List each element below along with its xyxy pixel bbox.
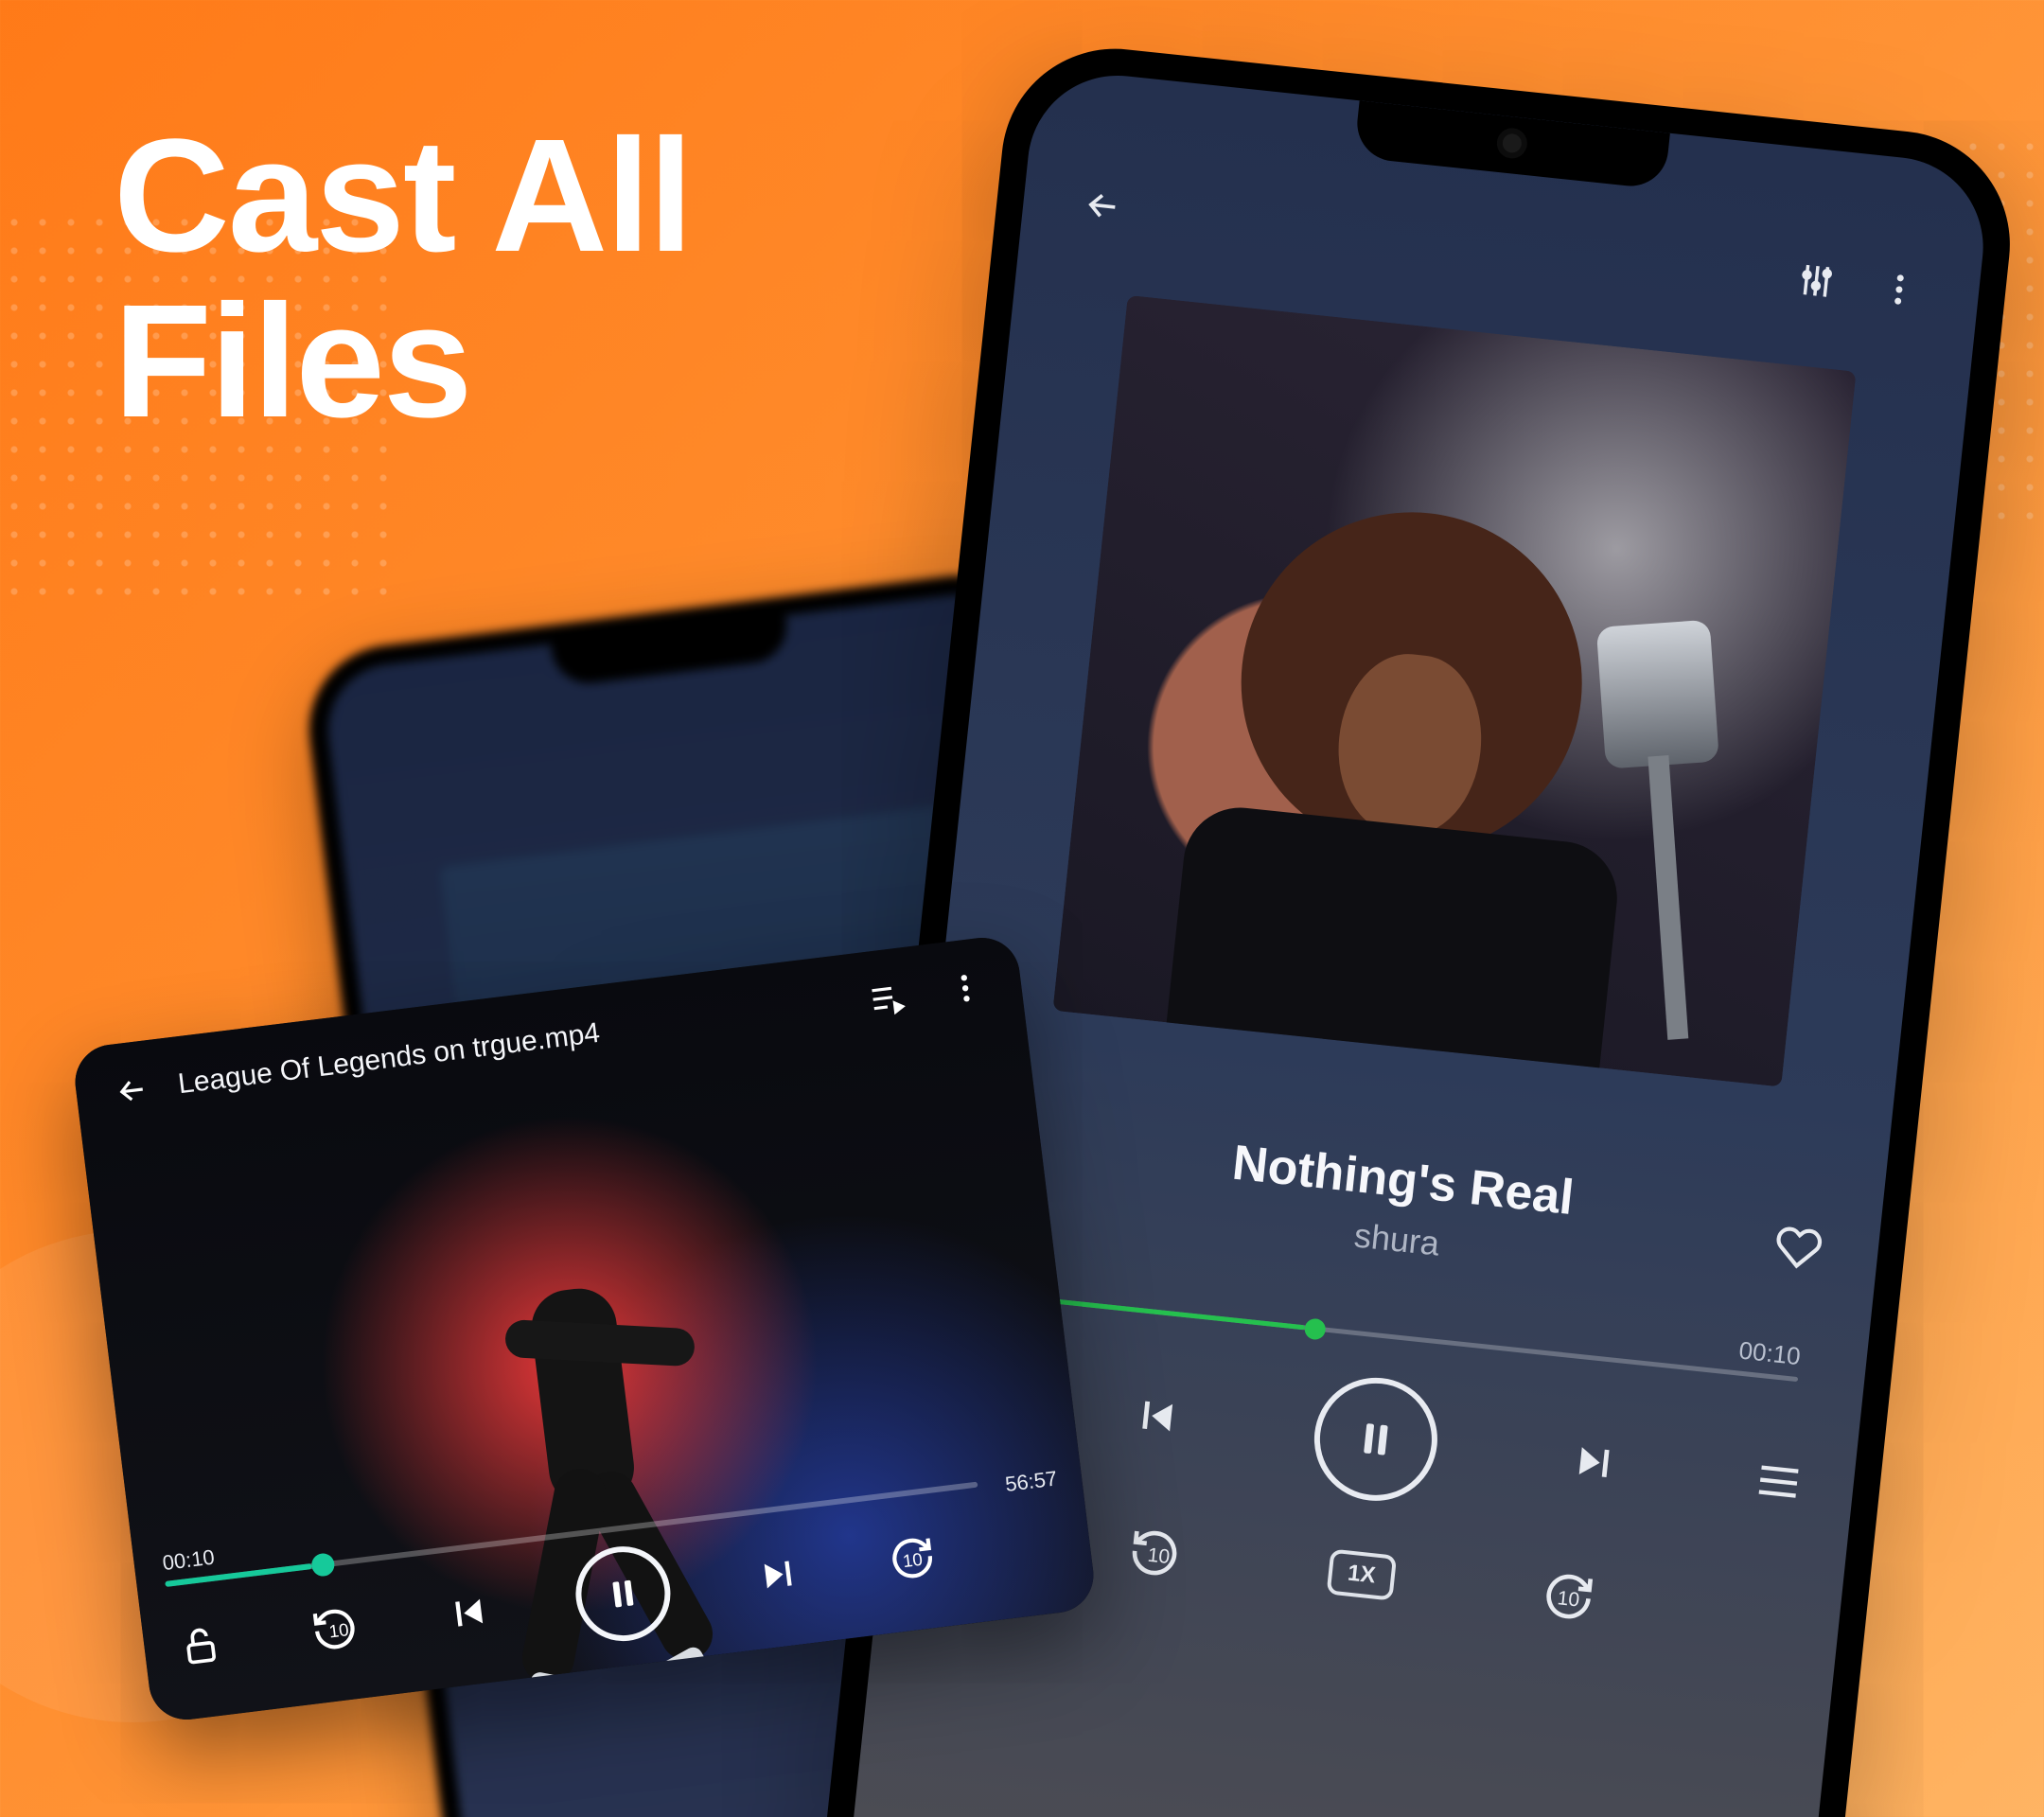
more-vert-icon[interactable] — [1869, 259, 1929, 320]
equalizer-icon[interactable] — [1787, 251, 1847, 311]
video-player-card: League Of Legends on trgue.mp4 00:10 56:… — [71, 933, 1098, 1723]
pause-button[interactable] — [1308, 1371, 1443, 1507]
more-vert-icon[interactable] — [935, 958, 996, 1019]
skip-previous-icon[interactable] — [1127, 1386, 1188, 1447]
playlist-icon[interactable] — [855, 967, 917, 1029]
lock-icon[interactable] — [169, 1615, 231, 1677]
pause-button[interactable] — [571, 1541, 676, 1646]
svg-text:10: 10 — [902, 1549, 924, 1571]
svg-text:10: 10 — [1147, 1544, 1172, 1568]
headline-line-2: Files — [114, 279, 692, 445]
skip-previous-icon[interactable] — [439, 1582, 501, 1644]
album-art — [1052, 295, 1856, 1087]
music-topbar — [1073, 176, 1929, 320]
forward-10-icon[interactable]: 10 — [882, 1527, 943, 1589]
back-icon[interactable] — [1073, 176, 1134, 237]
rewind-10-icon[interactable]: 10 — [1124, 1523, 1185, 1583]
phone-notch — [1353, 100, 1669, 189]
heart-icon[interactable] — [1769, 1218, 1829, 1279]
skip-next-icon[interactable] — [1564, 1432, 1625, 1492]
queue-icon[interactable] — [1749, 1452, 1809, 1512]
skip-next-icon[interactable] — [748, 1544, 809, 1606]
svg-text:10: 10 — [1557, 1587, 1581, 1611]
promo-headline: Cast All Files — [114, 114, 692, 445]
headline-line-1: Cast All — [114, 114, 692, 279]
svg-text:10: 10 — [328, 1619, 350, 1641]
forward-10-icon[interactable]: 10 — [1539, 1566, 1599, 1627]
speed-badge[interactable]: 1X — [1327, 1549, 1398, 1601]
rewind-10-icon[interactable]: 10 — [305, 1598, 366, 1660]
back-icon[interactable] — [101, 1060, 163, 1121]
total-time: 00:10 — [1737, 1336, 1802, 1372]
